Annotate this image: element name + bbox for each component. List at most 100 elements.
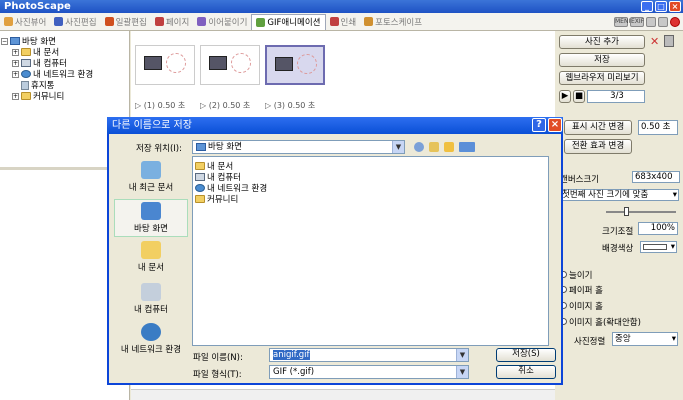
tree-item-community[interactable]: + 커뮤니티 bbox=[12, 90, 64, 102]
copy-icon[interactable] bbox=[658, 16, 668, 27]
filename-input[interactable]: anigif.gif ▼ bbox=[269, 348, 469, 362]
up-folder-icon[interactable] bbox=[429, 142, 439, 152]
radio-image-fill[interactable]: 이미지 홀 bbox=[560, 300, 603, 312]
place-desktop[interactable]: 바탕 화면 bbox=[114, 199, 188, 237]
app-title: PhotoScape bbox=[4, 1, 71, 12]
trash-icon[interactable] bbox=[664, 35, 674, 47]
editor-icon bbox=[54, 17, 64, 26]
exif-button[interactable]: EXIF bbox=[630, 16, 644, 27]
frame-image bbox=[209, 56, 227, 70]
tab-print[interactable]: 인쇄 bbox=[326, 14, 361, 30]
align-select[interactable]: 중앙 ▾ bbox=[612, 332, 678, 346]
frame-label-3[interactable]: ▷ (3) 0.50 초 bbox=[265, 100, 315, 111]
file-item-community[interactable]: 커뮤니티 bbox=[195, 193, 238, 205]
radio-stretch[interactable]: 늘이기 bbox=[560, 269, 592, 281]
clock-icon bbox=[166, 53, 186, 73]
tab-gif-animation[interactable]: GIF애니메이션 bbox=[251, 13, 326, 30]
change-transition-button[interactable]: 전환 효과 변경 bbox=[564, 139, 632, 154]
photoscape-icon bbox=[364, 17, 374, 26]
dialog-title: 다른 이름으로 저장 bbox=[112, 120, 192, 131]
desktop-icon bbox=[196, 142, 206, 151]
chevron-down-icon: ▼ bbox=[456, 366, 468, 378]
computer-icon bbox=[21, 59, 31, 67]
expand-icon[interactable]: + bbox=[12, 59, 19, 67]
frame-label-2[interactable]: ▷ (2) 0.50 초 bbox=[200, 100, 250, 111]
align-label: 사진정렬 bbox=[574, 337, 606, 347]
desktop-icon bbox=[141, 202, 161, 220]
frame-thumbnail-3[interactable] bbox=[265, 45, 325, 85]
gif-icon bbox=[256, 17, 266, 27]
add-photo-button[interactable]: 사진 추가 bbox=[559, 35, 645, 49]
desktop-icon bbox=[10, 37, 20, 45]
background-color-label: 배경색상 bbox=[602, 244, 634, 254]
filetype-select[interactable]: GIF (*.gif) ▼ bbox=[269, 365, 469, 379]
preview-in-browser-button[interactable]: 웹브라우저 미리보기 bbox=[559, 71, 645, 85]
dialog-cancel-button[interactable]: 취소 bbox=[496, 365, 556, 379]
background-color-picker[interactable]: ▾ bbox=[640, 241, 677, 253]
frame-thumbnail-1[interactable] bbox=[135, 45, 195, 85]
stop-icon[interactable]: ■ bbox=[573, 90, 585, 103]
folder-icon bbox=[21, 92, 31, 100]
tab-batch[interactable]: 일괄편집 bbox=[101, 14, 151, 30]
tab-page[interactable]: 페이지 bbox=[151, 14, 193, 30]
collapse-icon[interactable]: − bbox=[1, 37, 8, 45]
canvas-size-field[interactable]: 683x400 bbox=[632, 171, 680, 183]
tab-editor[interactable]: 사진편집 bbox=[50, 14, 100, 30]
frame-label-1[interactable]: ▷ (1) 0.50 초 bbox=[135, 100, 185, 111]
menu-button[interactable]: MENU bbox=[614, 16, 633, 27]
help-icon[interactable]: ? bbox=[532, 118, 546, 132]
batch-icon bbox=[104, 17, 114, 26]
network-icon bbox=[141, 323, 161, 341]
save-button[interactable]: 저장 bbox=[559, 53, 645, 67]
print-icon bbox=[329, 17, 339, 26]
view-menu-icon[interactable] bbox=[459, 142, 475, 152]
play-icon[interactable]: ▶ bbox=[559, 90, 571, 103]
tab-viewer[interactable]: 사진뷰어 bbox=[0, 14, 50, 30]
scale-slider[interactable] bbox=[606, 211, 676, 213]
frame-thumbnail-2[interactable] bbox=[200, 45, 260, 85]
back-icon[interactable] bbox=[414, 142, 424, 152]
filename-label: 파일 이름(N): bbox=[193, 353, 243, 363]
computer-icon bbox=[141, 283, 161, 301]
delete-icon[interactable]: ✕ bbox=[650, 35, 659, 48]
dialog-save-button[interactable]: 저장(S) bbox=[496, 348, 556, 362]
tab-photoscape[interactable]: 포토스케이프 bbox=[360, 14, 426, 30]
place-my-computer[interactable]: 내 컴퓨터 bbox=[114, 281, 188, 319]
chevron-down-icon: ▾ bbox=[670, 242, 675, 252]
window-icon[interactable] bbox=[646, 16, 656, 27]
place-my-documents[interactable]: 내 문서 bbox=[114, 239, 188, 277]
scrollbar[interactable] bbox=[131, 389, 555, 400]
network-icon bbox=[21, 70, 31, 78]
filetype-label: 파일 형식(T): bbox=[193, 370, 242, 380]
folder-icon bbox=[195, 162, 205, 170]
fit-option-select[interactable]: 첫번째 사진 크기에 맞춤 ▾ bbox=[559, 189, 679, 201]
chevron-down-icon: ▾ bbox=[671, 334, 676, 344]
frame-image bbox=[275, 57, 293, 71]
frame-image bbox=[144, 56, 162, 70]
radio-paper-fill[interactable]: 페이퍼 홀 bbox=[560, 284, 603, 296]
gif-options-panel: 사진 추가 ✕ 저장 웹브라우저 미리보기 ▶ ■ 3/3 표시 시간 변경 0… bbox=[556, 31, 683, 400]
network-icon bbox=[195, 184, 205, 192]
expand-icon[interactable]: + bbox=[12, 48, 19, 56]
new-folder-icon[interactable] bbox=[444, 142, 454, 152]
computer-icon bbox=[195, 173, 205, 181]
page-icon bbox=[154, 17, 164, 26]
close-icon[interactable]: × bbox=[669, 1, 681, 12]
close-icon[interactable]: × bbox=[548, 118, 562, 132]
expand-icon[interactable]: + bbox=[12, 70, 19, 78]
save-in-select[interactable]: 바탕 화면 ▼ bbox=[192, 140, 405, 154]
canvas-size-label: 캔버스크기 bbox=[560, 175, 600, 185]
help-icon[interactable] bbox=[670, 16, 680, 27]
place-recent-documents[interactable]: 내 최근 문서 bbox=[114, 159, 188, 197]
slider-handle[interactable] bbox=[624, 207, 629, 216]
change-display-time-button[interactable]: 표시 시간 변경 bbox=[564, 120, 632, 135]
minimize-icon[interactable]: _ bbox=[641, 1, 653, 12]
expand-icon[interactable]: + bbox=[12, 92, 19, 100]
maximize-icon[interactable]: □ bbox=[655, 1, 667, 12]
tab-combine[interactable]: 이어붙이기 bbox=[193, 14, 251, 30]
time-value-field[interactable]: 0.50 초 bbox=[638, 120, 678, 135]
place-network[interactable]: 내 네트워크 환경 bbox=[114, 321, 188, 359]
radio-image-fill-no-zoom[interactable]: 이미지 홀(확대안함) bbox=[560, 316, 641, 328]
places-bar: 내 최근 문서 바탕 화면 내 문서 내 컴퓨터 내 네트워크 환경 bbox=[114, 156, 188, 362]
scale-field[interactable]: 100% bbox=[638, 222, 678, 235]
